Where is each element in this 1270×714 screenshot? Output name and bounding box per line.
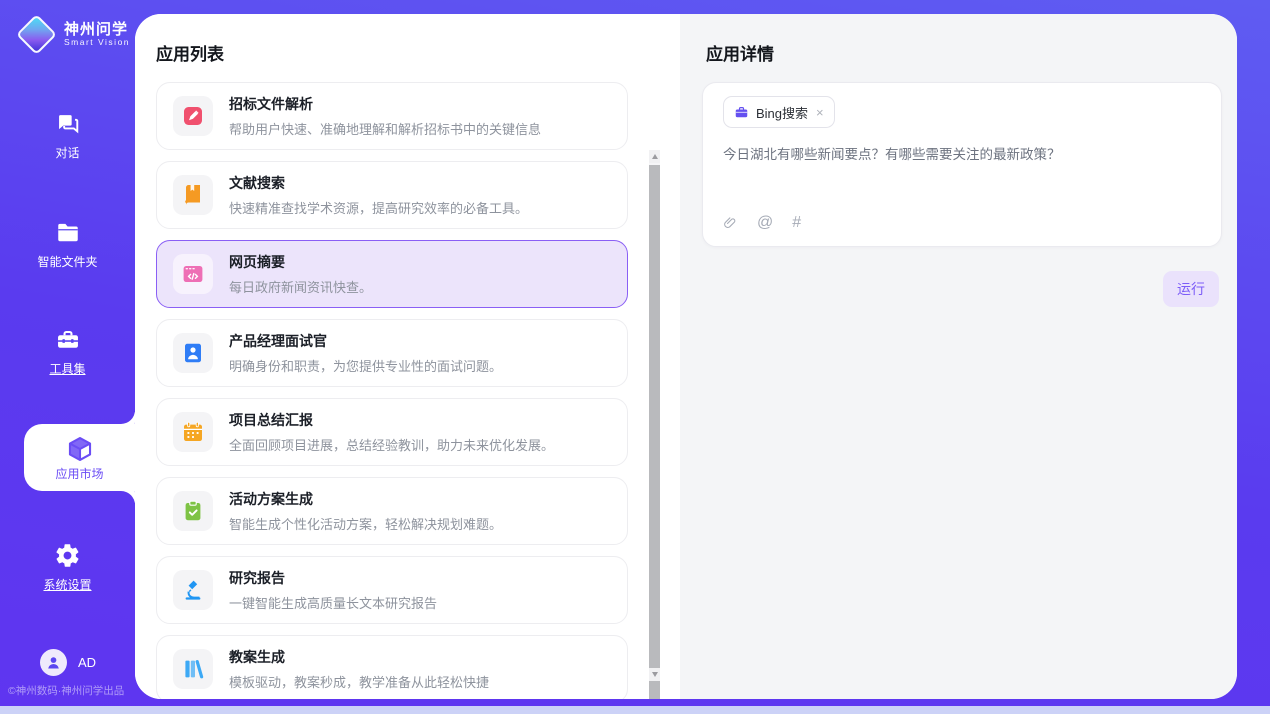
logo-title: 神州问学: [64, 22, 130, 38]
gear-icon: [54, 542, 81, 569]
sidebar-item-app-market[interactable]: 应用市场: [24, 424, 135, 491]
person-icon: [45, 654, 62, 671]
tool-tag-label: Bing搜索: [756, 103, 808, 122]
scroll-up-button[interactable]: [649, 150, 660, 163]
user-initials: AD: [78, 655, 96, 670]
scrollbar-thumb[interactable]: [649, 165, 660, 699]
sidebar-item-settings[interactable]: 系统设置: [0, 542, 135, 593]
chat-icon: [54, 110, 81, 137]
sidebar-item-label: 工具集: [0, 360, 135, 377]
sidebar-item-chat[interactable]: 对话: [0, 110, 135, 161]
avatar: [40, 649, 67, 676]
query-input[interactable]: 今日湖北有哪些新闻要点？有哪些需要关注的最新政策？: [723, 145, 1201, 165]
bottom-strip: [0, 706, 1270, 714]
folder-icon: [54, 220, 82, 246]
hash-icon[interactable]: #: [792, 215, 801, 231]
at-icon[interactable]: @: [757, 215, 773, 231]
app-logo: 神州问学 Smart Vision: [16, 14, 130, 55]
user-account[interactable]: AD: [40, 649, 96, 676]
sidebar-item-toolset[interactable]: 工具集: [0, 327, 135, 377]
app-detail-title: 应用详情: [706, 40, 774, 65]
tool-tag-bing-search[interactable]: Bing搜索 ×: [723, 96, 835, 128]
sidebar-item-label: 对话: [0, 144, 135, 161]
sidebar-item-label: 系统设置: [0, 576, 135, 593]
prompt-card[interactable]: Bing搜索 × 今日湖北有哪些新闻要点？有哪些需要关注的最新政策？ @ #: [702, 82, 1222, 247]
run-button[interactable]: 运行: [1163, 271, 1219, 307]
main-content: 应用列表 招标文件解析 帮助用户快速、准确地理解和解析招标书中的关键信息 文献搜…: [135, 14, 1237, 699]
app-list-panel: 应用列表 招标文件解析 帮助用户快速、准确地理解和解析招标书中的关键信息 文献搜…: [135, 14, 680, 699]
app-detail-panel: 应用详情 Bing搜索 × 今日湖北有哪些新闻要点？有哪些需要关注的最新政策？ …: [680, 14, 1237, 699]
paperclip-icon[interactable]: [723, 214, 738, 232]
logo-subtitle: Smart Vision: [64, 38, 130, 47]
scrollbar[interactable]: [649, 150, 660, 681]
arrow-down-icon: [652, 672, 658, 677]
app-list-title: 应用列表: [156, 40, 224, 65]
sidebar-item-smart-folder[interactable]: 智能文件夹: [0, 220, 135, 270]
arrow-up-icon: [652, 154, 658, 159]
sidebar: 神州问学 Smart Vision 对话 智能文件夹 工具集: [0, 0, 135, 706]
close-icon[interactable]: ×: [816, 105, 824, 120]
scroll-down-button[interactable]: [649, 668, 660, 681]
logo-diamond-icon: [16, 14, 57, 55]
toolbox-icon: [54, 327, 82, 353]
cube-icon: [66, 435, 94, 463]
briefcase-icon: [734, 105, 749, 120]
sidebar-item-label: 应用市场: [24, 465, 135, 482]
input-toolbar: @ #: [723, 214, 801, 232]
copyright-footer: ©神州数码·神州问学出品: [8, 683, 124, 698]
sidebar-item-label: 智能文件夹: [0, 253, 135, 270]
